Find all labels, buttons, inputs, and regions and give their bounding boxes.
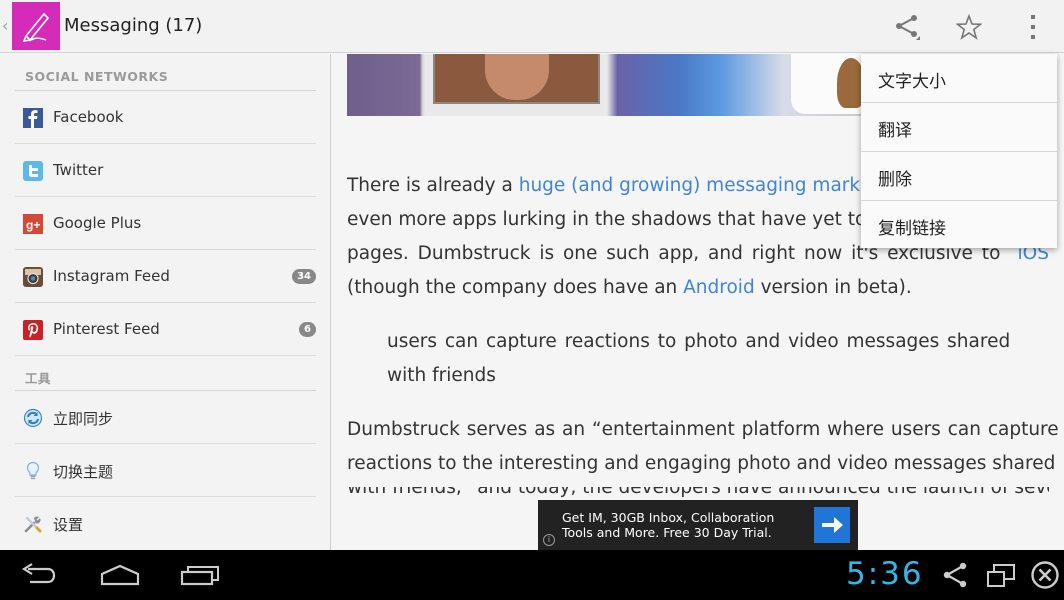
article-link-android[interactable]: Android: [683, 277, 755, 298]
sidebar-item-label: 立即同步: [53, 410, 114, 428]
article-paragraph-line: (though the company does have an Android…: [347, 277, 912, 298]
article-hero-image: [347, 54, 867, 116]
sidebar-item-label: Google Plus: [53, 214, 142, 232]
menu-item-copy-link[interactable]: 复制链接: [861, 201, 1057, 250]
svg-text:g+: g+: [26, 218, 40, 232]
sidebar-item-pinterest[interactable]: Pinterest Feed 6: [15, 303, 316, 356]
lightbulb-icon: [26, 461, 40, 480]
twitter-icon: [23, 161, 43, 181]
system-navigation-bar: 5:36: [0, 550, 1064, 600]
sidebar-item-facebook[interactable]: Facebook: [15, 91, 316, 144]
sidebar-item-label: Instagram Feed: [53, 267, 170, 285]
app-home-button[interactable]: [12, 2, 60, 50]
sidebar-item-label: 设置: [53, 516, 84, 534]
instagram-icon: [23, 267, 43, 287]
share-button[interactable]: [886, 8, 926, 46]
sidebar-item-instagram[interactable]: Instagram Feed 34: [15, 250, 316, 303]
settings-icon: [24, 516, 42, 533]
pinterest-icon: [23, 320, 43, 340]
article-paragraph-line: Dumbstruck serves as an “entertainment p…: [347, 419, 1059, 440]
blockquote-line: with friends: [387, 365, 496, 386]
home-icon[interactable]: [100, 560, 140, 590]
share-icon: [896, 15, 920, 40]
blockquote-line: users can capture reactions to photo and…: [387, 331, 1011, 352]
share-icon[interactable]: [942, 562, 968, 588]
status-clock: 5:36: [846, 556, 924, 592]
article-paragraph-line: reactions to the interesting and engagin…: [347, 453, 1056, 474]
ad-banner[interactable]: Get IM, 30GB Inbox, Collaboration Tools …: [538, 500, 858, 550]
sidebar: SOCIAL NETWORKS Facebook Twitter g+ Goog…: [0, 54, 331, 550]
sidebar-item-switch-theme[interactable]: 切换主题: [15, 444, 316, 497]
video-thumbnail: [433, 54, 600, 104]
sync-icon: [23, 408, 43, 428]
sidebar-item-label: Twitter: [53, 161, 104, 179]
overflow-menu-button[interactable]: [1012, 8, 1052, 46]
menu-item-text-size[interactable]: 文字大小: [861, 54, 1057, 103]
star-button[interactable]: [948, 8, 988, 46]
unread-count-badge: 34: [292, 269, 316, 284]
screen-size-icon[interactable]: [986, 562, 1016, 588]
ad-arrow-button[interactable]: [814, 507, 850, 543]
ad-text: Get IM, 30GB Inbox, Collaboration Tools …: [562, 510, 775, 540]
menu-item-translate[interactable]: 翻译: [861, 103, 1057, 152]
sidebar-item-google-plus[interactable]: g+ Google Plus: [15, 197, 316, 250]
article-link-messaging-market[interactable]: huge (and growing) messaging mark: [519, 175, 860, 196]
google-plus-icon: g+: [23, 214, 43, 234]
section-header-social: SOCIAL NETWORKS: [25, 69, 169, 84]
ad-info-icon[interactable]: i: [543, 534, 555, 546]
overflow-icon: [1031, 15, 1035, 39]
facebook-icon: [23, 108, 43, 128]
up-caret-icon[interactable]: ‹: [2, 16, 8, 35]
overflow-menu: 文字大小 翻译 删除 复制链接: [861, 54, 1057, 248]
recent-apps-icon[interactable]: [180, 560, 220, 590]
app-root: ‹ Messaging (17) SOCIAL NETWORKS Faceboo…: [0, 0, 1064, 600]
article-paragraph-line: with friends,” and today, the developers…: [347, 487, 1049, 498]
sidebar-item-settings[interactable]: 设置: [15, 497, 316, 550]
page-title: Messaging (17): [64, 15, 203, 36]
section-header-tools: 工具: [25, 371, 52, 386]
sidebar-item-label: 切换主题: [53, 463, 114, 481]
action-bar: ‹ Messaging (17): [0, 0, 1064, 53]
star-icon: [956, 14, 982, 40]
sidebar-item-label: Pinterest Feed: [53, 320, 160, 338]
close-icon[interactable]: [1030, 560, 1060, 590]
sidebar-item-twitter[interactable]: Twitter: [15, 144, 316, 197]
back-icon[interactable]: [20, 560, 58, 590]
sidebar-item-label: Facebook: [53, 108, 124, 126]
unread-count-badge: 6: [299, 322, 316, 337]
arrow-right-icon: [822, 517, 843, 533]
pen-icon: [22, 12, 50, 43]
sidebar-item-sync-now[interactable]: 立即同步: [15, 391, 316, 444]
menu-item-delete[interactable]: 删除: [861, 152, 1057, 201]
